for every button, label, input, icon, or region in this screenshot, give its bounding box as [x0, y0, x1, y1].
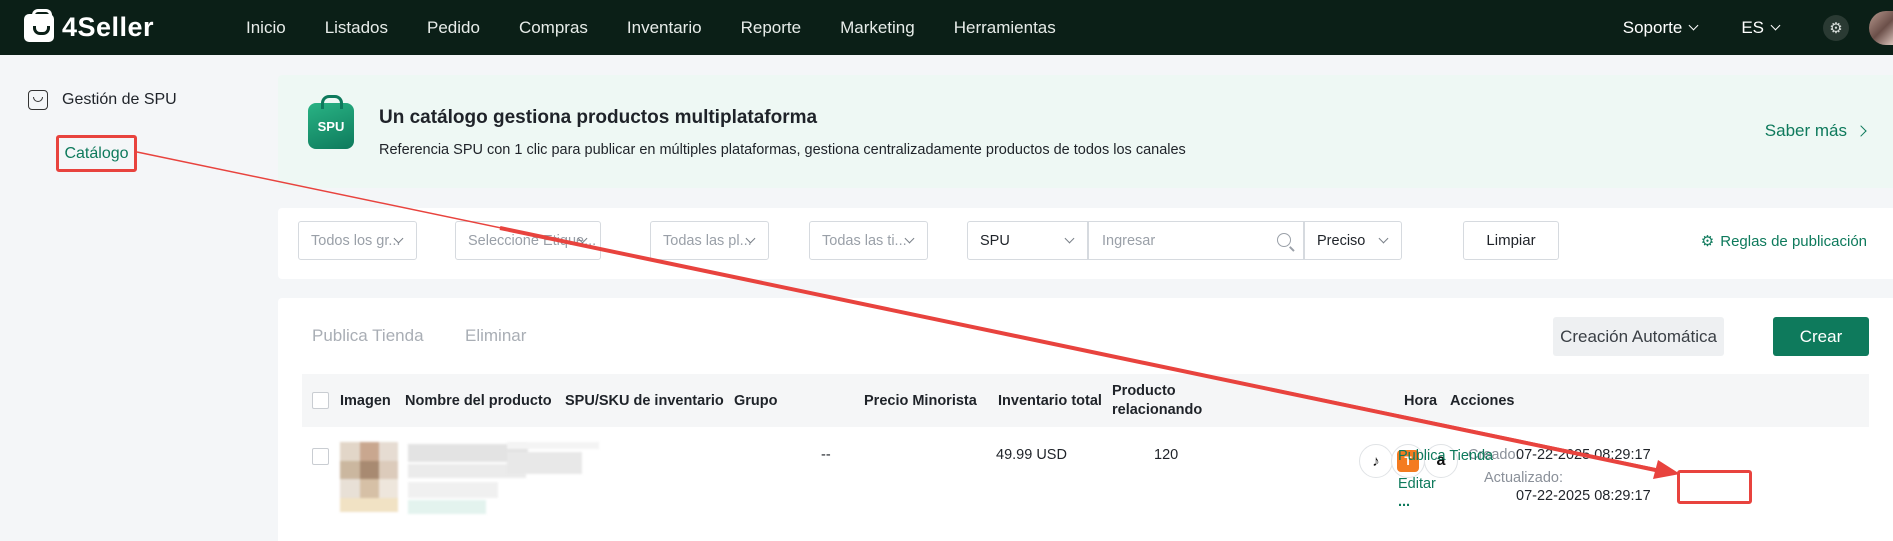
nav-item-pedido[interactable]: Pedido	[427, 18, 480, 38]
nav-item-reporte[interactable]: Reporte	[741, 18, 801, 38]
learn-more-link[interactable]: Saber más	[1764, 121, 1867, 141]
created-time: 07-22-2025 08:29:17	[1516, 447, 1651, 463]
product-thumbnail[interactable]	[340, 442, 398, 512]
filter-bar: Todos los gr... Seleccione Etique... Tod…	[278, 208, 1893, 279]
sidebar: Gestión de SPU Catálogo	[0, 55, 262, 541]
chevron-down-icon	[1770, 20, 1781, 31]
nav-item-listados[interactable]: Listados	[325, 18, 388, 38]
match-select[interactable]: Preciso	[1304, 221, 1402, 260]
top-navbar: 4Seller Inicio Listados Pedido Compras I…	[0, 0, 1893, 55]
header-actions: Acciones	[1450, 392, 1515, 409]
sidebar-item-catalogo[interactable]: Catálogo	[56, 135, 137, 172]
shopping-bag-icon	[28, 90, 48, 110]
store-select[interactable]: Todas las ti...	[809, 221, 928, 260]
select-all-checkbox[interactable]	[312, 392, 329, 409]
search-field-value: SPU	[980, 232, 1010, 249]
tiktok-icon[interactable]: ♪	[1359, 444, 1393, 478]
create-button[interactable]: Crear	[1773, 317, 1869, 356]
settings-button[interactable]: ⚙	[1823, 14, 1849, 41]
nav-item-compras[interactable]: Compras	[519, 18, 588, 38]
header-name: Nombre del producto	[405, 392, 552, 409]
updated-label: Actualizado:	[1484, 470, 1563, 486]
tag-select-value: Seleccione Etique...	[468, 232, 597, 249]
updated-time: 07-22-2025 08:29:17	[1516, 488, 1651, 504]
inventory-value: 120	[1154, 447, 1179, 463]
banner-title: Un catálogo gestiona productos multiplat…	[379, 107, 818, 128]
clear-button[interactable]: Limpiar	[1463, 221, 1559, 260]
table-header: Imagen Nombre del producto SPU/SKU de in…	[302, 374, 1869, 427]
group-value: --	[821, 447, 831, 463]
brand-name: 4Seller	[62, 12, 155, 42]
nav-item-herramientas[interactable]: Herramientas	[954, 18, 1056, 38]
gear-icon: ⚙	[1700, 233, 1715, 250]
chevron-right-icon	[1855, 125, 1867, 137]
platform-select[interactable]: Todas las pl...	[650, 221, 769, 260]
chevron-down-icon	[1378, 233, 1389, 244]
publishing-rules-link[interactable]: ⚙ Reglas de publicación	[1700, 232, 1867, 251]
publishing-rules-label: Reglas de publicación	[1720, 232, 1867, 250]
header-inventory: Inventario total	[998, 392, 1102, 409]
banner-description: Referencia SPU con 1 clic para publicar …	[379, 142, 1186, 158]
search-input[interactable]: Ingresar	[1088, 221, 1304, 260]
header-sku: SPU/SKU de inventario	[565, 392, 724, 409]
group-select[interactable]: Todos los gr...	[298, 221, 417, 260]
nav-item-inventario[interactable]: Inventario	[627, 18, 702, 38]
row-edit-link[interactable]: Editar	[1398, 476, 1436, 492]
header-time: Hora	[1404, 392, 1438, 409]
chevron-down-icon	[1064, 233, 1075, 244]
language-label: ES	[1741, 17, 1764, 37]
logo[interactable]: 4Seller	[24, 8, 224, 43]
tag-select[interactable]: Seleccione Etique...	[455, 221, 601, 260]
support-label: Soporte	[1622, 17, 1683, 37]
row-more-link[interactable]: ...	[1398, 494, 1410, 510]
gear-icon: ⚙	[1829, 19, 1843, 37]
header-group: Grupo	[734, 392, 778, 409]
spu-bag-icon: SPU	[308, 95, 354, 149]
sidebar-section-spu[interactable]: Gestión de SPU	[28, 90, 177, 110]
chevron-down-icon	[1688, 20, 1699, 31]
highlight-box	[1677, 470, 1752, 504]
platform-select-value: Todas las pl...	[663, 232, 752, 249]
group-select-value: Todos los gr...	[311, 232, 401, 249]
header-related: Producto relacionando	[1112, 382, 1203, 418]
promo-banner: SPU Un catálogo gestiona productos multi…	[278, 75, 1893, 188]
header-image: Imagen	[340, 392, 391, 409]
search-placeholder: Ingresar	[1102, 232, 1156, 249]
price-value: 49.99 USD	[996, 447, 1067, 463]
row-checkbox[interactable]	[312, 448, 329, 465]
sku-redacted	[507, 442, 599, 476]
support-dropdown[interactable]: Soporte	[1622, 17, 1699, 38]
auto-create-button[interactable]: Creación Automática	[1553, 317, 1724, 356]
row-publish-link[interactable]: Publica Tienda	[1398, 448, 1493, 464]
nav-item-marketing[interactable]: Marketing	[840, 18, 915, 38]
learn-more-label: Saber más	[1764, 121, 1847, 140]
bulk-delete-button[interactable]: Eliminar	[465, 326, 526, 346]
language-dropdown[interactable]: ES	[1741, 17, 1781, 38]
nav-right: Soporte ES ⚙	[1623, 0, 1893, 55]
search-field-select[interactable]: SPU	[967, 221, 1088, 260]
bulk-publish-button[interactable]: Publica Tienda	[312, 326, 424, 346]
shopping-bag-icon	[24, 8, 54, 42]
header-price: Precio Minorista	[864, 392, 977, 409]
sidebar-section-label: Gestión de SPU	[62, 91, 177, 108]
search-icon[interactable]	[1277, 233, 1291, 247]
store-select-value: Todas las ti...	[822, 232, 907, 249]
main-nav: Inicio Listados Pedido Compras Inventari…	[246, 18, 1095, 38]
nav-item-inicio[interactable]: Inicio	[246, 18, 286, 38]
match-select-value: Preciso	[1317, 232, 1366, 249]
avatar[interactable]	[1869, 10, 1893, 45]
product-table-card: Publica Tienda Eliminar Creación Automát…	[278, 298, 1893, 541]
